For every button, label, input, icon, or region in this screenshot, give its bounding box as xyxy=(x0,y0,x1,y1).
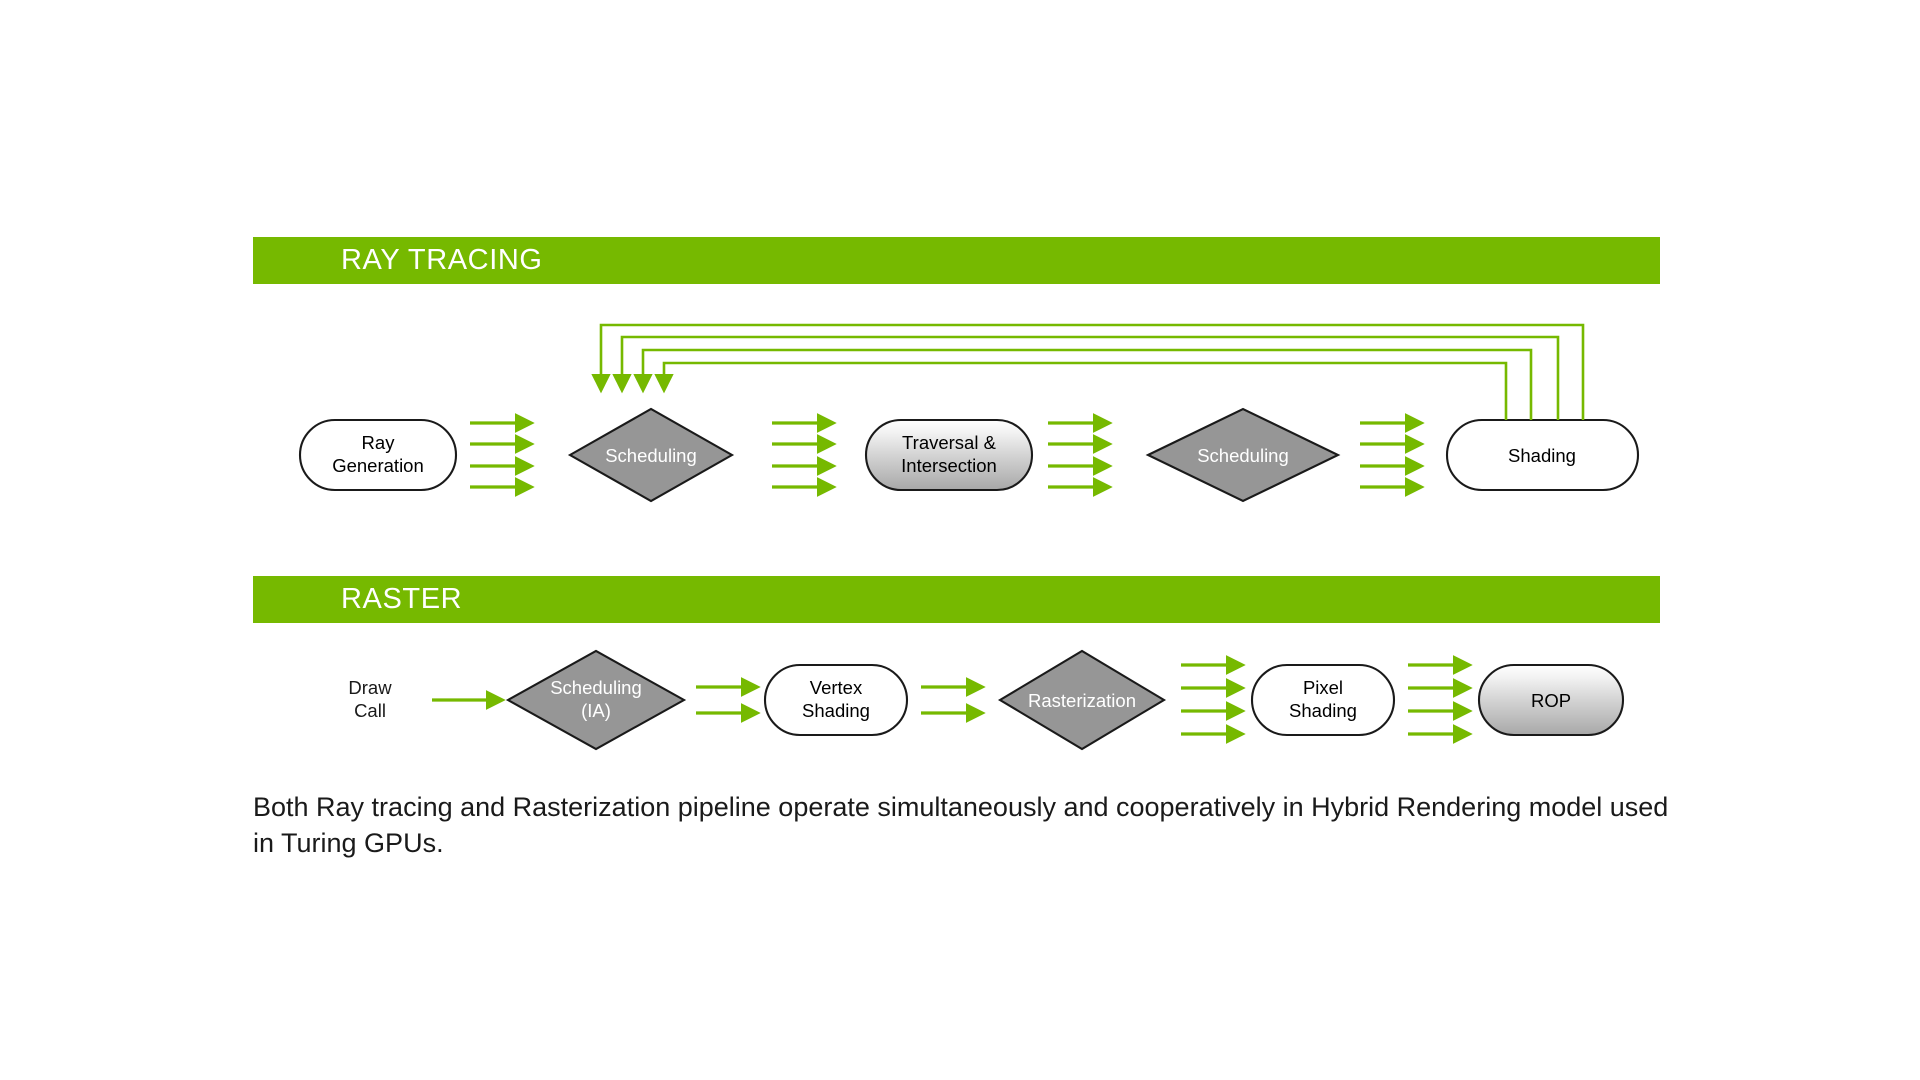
node-label-scheduling-2: Scheduling xyxy=(1197,445,1289,466)
node-draw-call: Draw Call xyxy=(348,677,392,721)
feedback-loop-3 xyxy=(633,348,1533,420)
node-label-scheduling-1: Scheduling xyxy=(605,445,697,466)
node-scheduling-ia[interactable]: Scheduling (IA) xyxy=(505,649,687,751)
caption-text: Both Ray tracing and Rasterization pipel… xyxy=(253,792,1669,858)
connector-scheduling1-to-traversal xyxy=(772,413,837,497)
node-rop[interactable]: ROP xyxy=(1477,663,1625,737)
node-label-scheduling-ia-line1: Scheduling xyxy=(550,677,642,698)
connector-rasterization-to-pixelshading xyxy=(1181,655,1246,744)
feedback-loop-1 xyxy=(591,323,1585,420)
node-traversal-intersection[interactable]: Traversal & Intersection xyxy=(864,418,1034,492)
node-shading[interactable]: Shading xyxy=(1445,418,1640,492)
node-vertex-shading[interactable]: Vertex Shading xyxy=(763,663,909,737)
node-pixel-shading[interactable]: Pixel Shading xyxy=(1250,663,1396,737)
connector-traversal-to-scheduling2 xyxy=(1048,413,1113,497)
node-scheduling-2[interactable]: Scheduling xyxy=(1145,407,1341,503)
node-label-ray-generation-line1: Ray xyxy=(362,432,396,453)
connector-schedulingia-to-vertexshading xyxy=(696,677,761,723)
node-label-pixel-shading-line1: Pixel xyxy=(1303,677,1343,698)
node-label-vertex-shading-line1: Vertex xyxy=(810,677,863,698)
connector-pixelshading-to-rop xyxy=(1408,655,1473,744)
connector-vertexshading-to-rasterization xyxy=(921,677,986,723)
node-label-draw-call-line1: Draw xyxy=(348,677,392,698)
node-label-pixel-shading-line2: Shading xyxy=(1289,700,1357,721)
node-label-draw-call-line2: Call xyxy=(354,700,386,721)
node-label-shading: Shading xyxy=(1508,445,1576,466)
connector-raygen-to-scheduling1 xyxy=(470,413,535,497)
node-label-traversal-line2: Intersection xyxy=(901,455,997,476)
node-rasterization[interactable]: Rasterization xyxy=(997,649,1167,751)
feedback-loop-4 xyxy=(654,361,1508,420)
node-ray-generation[interactable]: Ray Generation xyxy=(298,418,458,492)
node-scheduling-1[interactable]: Scheduling xyxy=(567,407,735,503)
node-label-scheduling-ia-line2: (IA) xyxy=(581,700,611,721)
node-label-rop: ROP xyxy=(1531,690,1571,711)
slide-canvas: RAY TRACING RASTER Ray Generation Schedu… xyxy=(0,0,1920,1080)
node-label-rasterization: Rasterization xyxy=(1028,690,1136,711)
connector-scheduling2-to-shading xyxy=(1360,413,1425,497)
node-label-vertex-shading-line2: Shading xyxy=(802,700,870,721)
node-label-ray-generation-line2: Generation xyxy=(332,455,424,476)
feedback-loops-shading-to-scheduling1 xyxy=(591,323,1585,420)
pipeline-diagram: Ray Generation Scheduling Traversal & In… xyxy=(298,323,1640,751)
node-label-traversal-line1: Traversal & xyxy=(902,432,997,453)
